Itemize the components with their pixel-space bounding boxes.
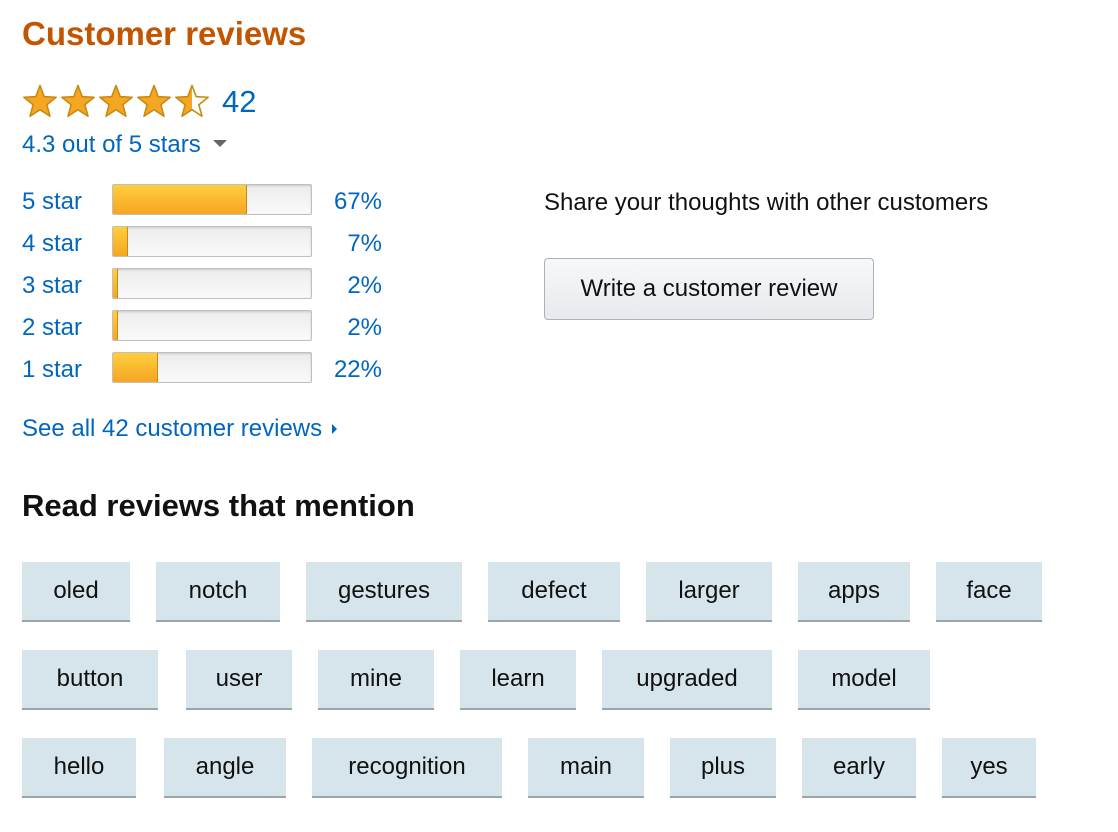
star-half-icon bbox=[175, 84, 209, 118]
mention-chip[interactable]: defect bbox=[488, 562, 620, 622]
rating-summary-text: 4.3 out of 5 stars bbox=[22, 131, 201, 158]
mention-chip[interactable]: oled bbox=[22, 562, 130, 622]
mention-chip[interactable]: mine bbox=[318, 650, 434, 710]
caret-down-icon bbox=[212, 139, 227, 147]
histogram-label[interactable]: 1 star bbox=[22, 354, 82, 386]
caret-right-icon bbox=[332, 424, 338, 434]
mention-chip[interactable]: learn bbox=[460, 650, 576, 710]
mention-chip[interactable]: early bbox=[802, 738, 916, 798]
mention-chip[interactable]: main bbox=[528, 738, 644, 798]
histogram-percent[interactable]: 7% bbox=[312, 228, 382, 260]
histogram-bar[interactable] bbox=[112, 268, 312, 299]
histogram-bar-fill bbox=[113, 269, 118, 298]
mention-chip[interactable]: plus bbox=[670, 738, 776, 798]
mention-chip[interactable]: apps bbox=[798, 562, 910, 622]
histogram-bar-fill bbox=[113, 185, 247, 214]
see-all-reviews-link[interactable]: See all 42 customer reviews bbox=[22, 413, 338, 445]
histogram-label[interactable]: 5 star bbox=[22, 186, 82, 218]
mention-chip[interactable]: model bbox=[798, 650, 930, 710]
mention-chip[interactable]: face bbox=[936, 562, 1042, 622]
write-review-button[interactable]: Write a customer review bbox=[544, 258, 874, 320]
star-full-icon bbox=[137, 84, 171, 118]
mention-chip[interactable]: notch bbox=[156, 562, 280, 622]
rating-count-link[interactable]: 42 bbox=[222, 82, 256, 122]
histogram-percent[interactable]: 2% bbox=[312, 312, 382, 344]
histogram-bar[interactable] bbox=[112, 226, 312, 257]
mention-chip[interactable]: yes bbox=[942, 738, 1036, 798]
mention-chip[interactable]: user bbox=[186, 650, 292, 710]
histogram-percent[interactable]: 2% bbox=[312, 270, 382, 302]
mention-chip[interactable]: button bbox=[22, 650, 158, 710]
star-full-icon bbox=[99, 84, 133, 118]
star-full-icon bbox=[23, 84, 57, 118]
histogram-bar[interactable] bbox=[112, 310, 312, 341]
mention-chip[interactable]: recognition bbox=[312, 738, 502, 798]
histogram-percent[interactable]: 22% bbox=[312, 354, 382, 386]
histogram-percent[interactable]: 67% bbox=[312, 186, 382, 218]
star-rating[interactable] bbox=[22, 84, 212, 120]
mention-chip[interactable]: larger bbox=[646, 562, 772, 622]
mentions-title: Read reviews that mention bbox=[22, 488, 415, 523]
histogram-bar-fill bbox=[113, 311, 118, 340]
mention-chip[interactable]: gestures bbox=[306, 562, 462, 622]
histogram-bar[interactable] bbox=[112, 184, 312, 215]
mention-chip[interactable]: angle bbox=[164, 738, 286, 798]
see-all-reviews-label: See all 42 customer reviews bbox=[22, 415, 323, 442]
rating-summary-link[interactable]: 4.3 out of 5 stars bbox=[22, 129, 227, 161]
star-full-icon bbox=[61, 84, 95, 118]
histogram-bar-fill bbox=[113, 353, 158, 382]
mention-chip[interactable]: upgraded bbox=[602, 650, 772, 710]
histogram-bar-fill bbox=[113, 227, 128, 256]
mention-chip[interactable]: hello bbox=[22, 738, 136, 798]
section-title: Customer reviews bbox=[22, 15, 307, 52]
rating-summary-row: 42 bbox=[22, 82, 256, 122]
share-prompt: Share your thoughts with other customers bbox=[544, 189, 989, 216]
histogram-label[interactable]: 2 star bbox=[22, 312, 82, 344]
histogram-label[interactable]: 3 star bbox=[22, 270, 82, 302]
histogram-label[interactable]: 4 star bbox=[22, 228, 82, 260]
histogram-bar[interactable] bbox=[112, 352, 312, 383]
